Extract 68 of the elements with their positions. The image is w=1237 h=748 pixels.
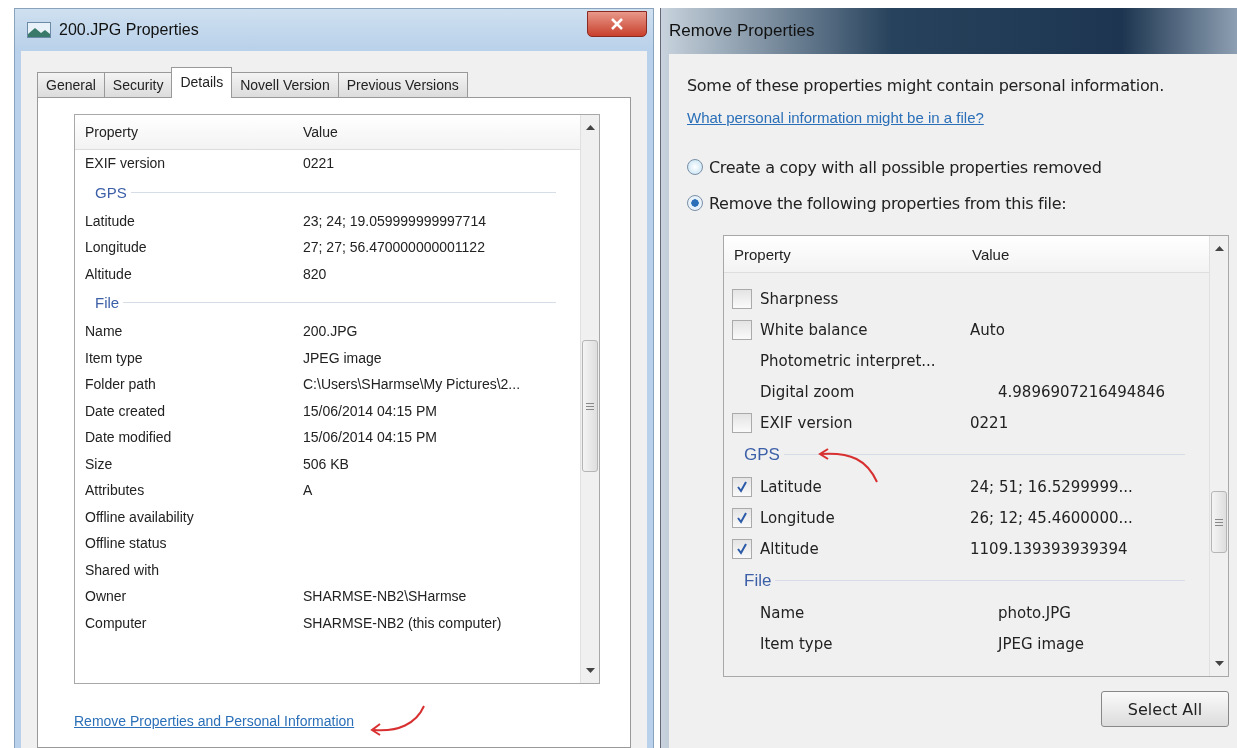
section-heading: GPS xyxy=(95,183,127,201)
property-name: Item type xyxy=(85,349,144,366)
property-value: 24; 51; 16.5299999... xyxy=(970,477,1134,496)
section-heading: GPS xyxy=(744,444,780,465)
property-value: 23; 24; 19.059999999997714 xyxy=(303,212,487,229)
section-heading: File xyxy=(744,570,772,591)
option-label[interactable]: Create a copy with all possible properties removed xyxy=(709,157,1102,177)
intro-text: Some of these properties might contain personal information. xyxy=(687,76,1165,95)
property-value: 200.JPG xyxy=(303,323,359,340)
personal-info-link[interactable]: What personal information might be in a file? xyxy=(687,109,984,126)
property-value: C:\Users\SHarmse\My Pictures\2... xyxy=(303,376,522,393)
property-name: Shared with xyxy=(85,561,160,578)
property-name: Folder path xyxy=(85,376,157,393)
option-label[interactable]: Remove the following properties from this file: xyxy=(709,193,1067,213)
property-value: 15/06/2014 04:15 PM xyxy=(303,429,438,446)
property-value: 1109.139393939394 xyxy=(970,539,1129,558)
property-name: Longitude xyxy=(760,508,835,527)
tab[interactable]: General xyxy=(37,72,105,98)
property-name: Latitude xyxy=(760,477,822,496)
column-header[interactable]: Property xyxy=(85,124,303,140)
property-name: Computer xyxy=(85,614,148,631)
column-header[interactable]: Value xyxy=(972,245,1209,263)
tab[interactable]: Previous Versions xyxy=(337,72,468,98)
remove-properties-link[interactable]: Remove Properties and Personal Information xyxy=(74,713,355,729)
tab[interactable]: Security xyxy=(103,72,173,98)
property-name: EXIF version xyxy=(760,413,853,432)
property-value: 26; 12; 45.4600000... xyxy=(970,508,1134,527)
property-value: 15/06/2014 04:15 PM xyxy=(303,402,438,419)
property-value: 4.9896907216494846 xyxy=(998,382,1166,401)
property-name: Digital zoom xyxy=(760,382,856,401)
property-name: Owner xyxy=(85,588,128,605)
property-name: Name xyxy=(85,323,124,340)
property-name: Altitude xyxy=(85,265,133,282)
property-value: Auto xyxy=(970,320,1006,339)
tab[interactable]: Novell Version xyxy=(231,72,339,98)
property-value: photo.JPG xyxy=(998,603,1072,622)
property-value: JPEG image xyxy=(998,634,1086,653)
property-name: Latitude xyxy=(85,212,136,229)
property-name: Name xyxy=(760,603,806,622)
section-heading: File xyxy=(95,294,120,311)
property-name: Date modified xyxy=(85,429,173,446)
property-name: Photometric interpret... xyxy=(760,351,937,370)
property-name: Altitude xyxy=(760,539,819,558)
property-value: 0221 xyxy=(303,155,336,172)
property-name: Date created xyxy=(85,402,167,419)
property-value: 0221 xyxy=(970,413,1010,432)
property-value: SHARMSE-NB2\SHarmse xyxy=(303,588,468,605)
property-name: Longitude xyxy=(85,239,148,256)
property-value: 820 xyxy=(303,265,328,282)
property-value: A xyxy=(303,482,314,499)
property-name: Offline availability xyxy=(85,508,195,525)
property-name: Size xyxy=(85,455,114,472)
property-value: 27; 27; 56.470000000001122 xyxy=(303,239,486,256)
select-all-button[interactable]: Select All xyxy=(1101,691,1229,727)
window-title: Remove Properties xyxy=(669,21,815,41)
property-value: 506 KB xyxy=(303,455,350,472)
column-header[interactable]: Property xyxy=(734,245,972,263)
property-name: EXIF version xyxy=(85,155,167,172)
tab[interactable]: Details xyxy=(171,67,233,98)
property-value: JPEG image xyxy=(303,349,383,366)
property-name: Offline status xyxy=(85,535,168,552)
property-value: SHARMSE-NB2 (this computer) xyxy=(303,614,503,631)
property-name: Sharpness xyxy=(760,289,839,308)
property-name: Attributes xyxy=(85,482,146,499)
property-name: White balance xyxy=(760,320,868,339)
property-name: Item type xyxy=(760,634,834,653)
column-header[interactable]: Value xyxy=(303,124,580,140)
window-title: 200.JPG Properties xyxy=(59,21,199,39)
